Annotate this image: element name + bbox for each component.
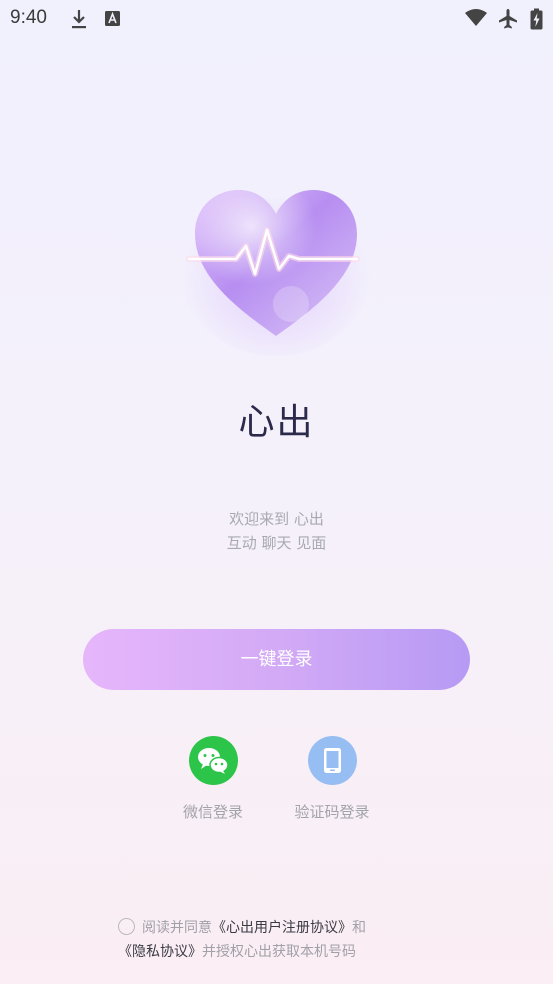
wechat-icon [188,736,238,785]
privacy-policy-link[interactable]: 《隐私协议》 [118,944,202,960]
agreement-suffix: 并授权心出获取本机号码 [202,944,356,960]
app-name: 心出 [238,402,315,443]
wechat-login-button[interactable]: 微信登录 [163,736,263,822]
sms-code-login-label: 验证码登录 [294,803,370,821]
agreement-text: 阅读并同意《心出用户注册协议》和《隐私协议》并授权心出获取本机号码 [118,916,448,964]
agreement-prefix: 阅读并同意 [142,920,212,936]
battery-charging-icon [530,8,543,34]
one-click-login-button[interactable]: 一键登录 [83,629,470,690]
sms-code-login-button[interactable]: 验证码登录 [282,736,382,822]
user-agreement-link[interactable]: 《心出用户注册协议》 [212,920,352,936]
slogan-text: 互动 聊天 见面 [226,534,327,552]
status-time: 9:40 [10,7,47,28]
phone-icon [307,736,357,785]
wechat-login-label: 微信登录 [182,803,243,821]
airplane-mode-icon [497,8,519,34]
heart-logo [181,176,371,356]
status-bar: 9:40 [0,0,553,40]
keyboard-icon [104,8,122,32]
agreement-checkbox[interactable] [118,918,135,935]
wifi-icon [464,8,488,32]
download-icon [70,8,88,34]
welcome-text: 欢迎来到 心出 [229,510,324,528]
agreement-and: 和 [352,920,366,936]
